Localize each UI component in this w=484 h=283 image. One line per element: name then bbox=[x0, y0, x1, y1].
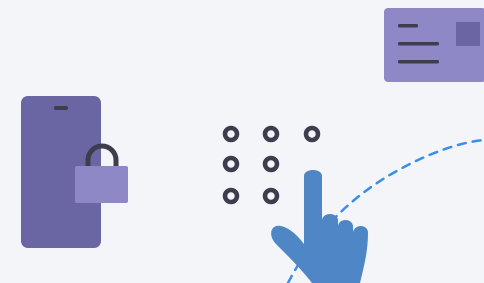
illustration-scene bbox=[0, 0, 484, 283]
illustration-canvas bbox=[21, 8, 484, 283]
id-card-icon bbox=[384, 8, 484, 82]
pointing-hand-icon bbox=[271, 170, 368, 283]
